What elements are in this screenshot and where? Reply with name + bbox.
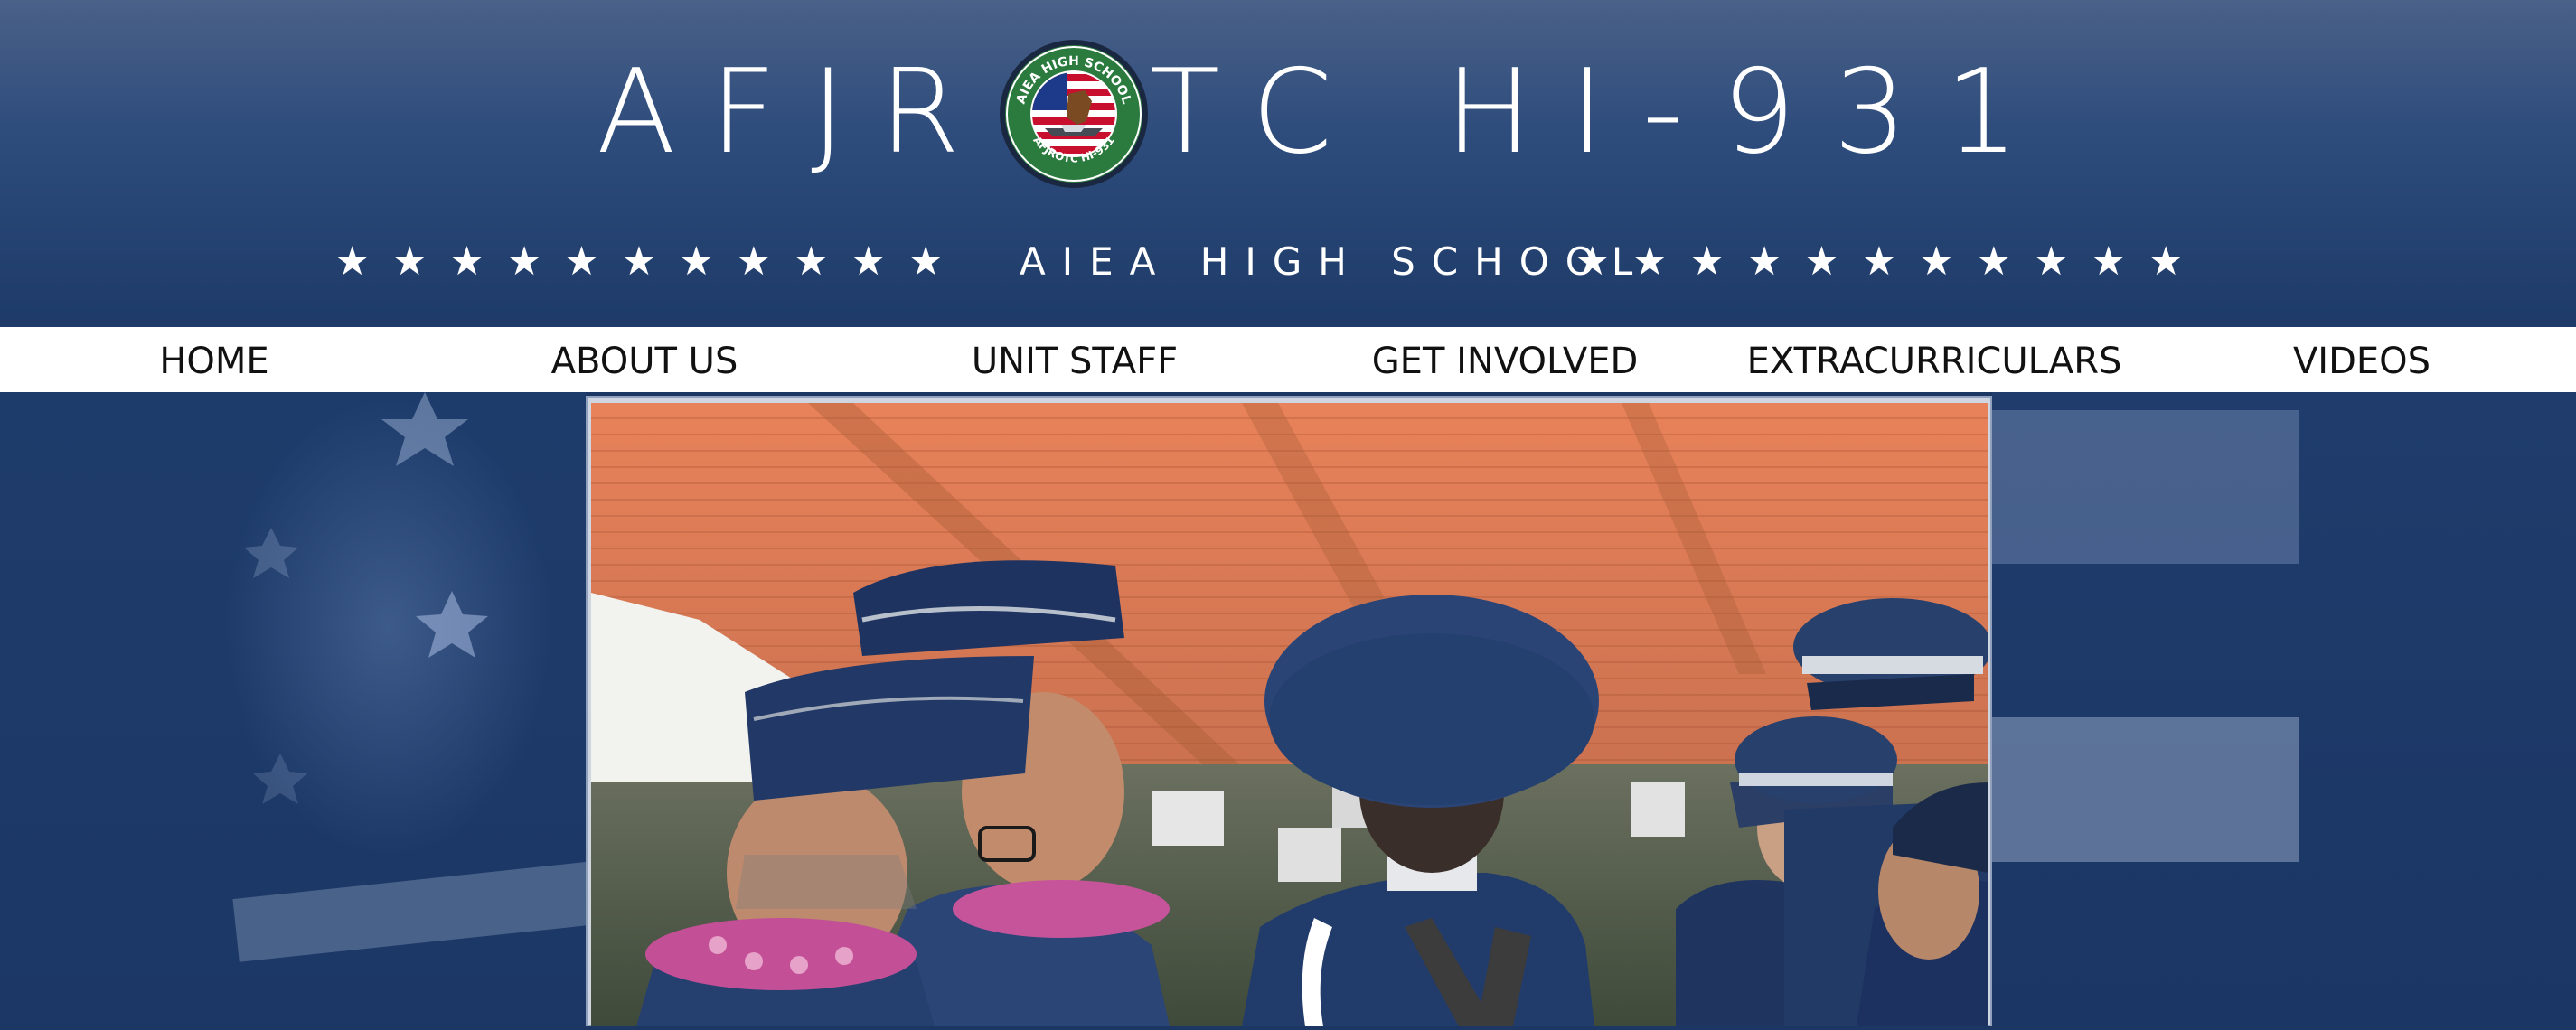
main-navigation: HOME ABOUT US UNIT STAFF GET INVOLVED EX… xyxy=(0,327,2576,392)
nav-item-extracurriculars[interactable]: EXTRACURRICULARS xyxy=(1722,327,2147,392)
site-header: AFJR TC HI-931 AIEA HIGH SCHOOL AFJROTC … xyxy=(0,0,2576,327)
site-title-part1: AFJR xyxy=(597,45,994,180)
stars-right-icon: ★★★★★★★★★★★ xyxy=(1575,239,2205,285)
flag-stripe xyxy=(1992,410,2299,564)
flag-background-right xyxy=(1992,392,2576,1026)
nav-item-home[interactable]: HOME xyxy=(2,327,427,392)
nav-item-about-us[interactable]: ABOUT US xyxy=(432,327,857,392)
flag-background-left xyxy=(0,392,599,1026)
flag-stripe xyxy=(1992,717,2299,862)
subtitle-row: ★★★★★★★★★★★ AIEA HIGH SCHOOL ★★★★★★★★★★★ xyxy=(0,233,2576,291)
cadets-at-stadium-photo xyxy=(591,403,1988,1026)
nav-item-get-involved[interactable]: GET INVOLVED xyxy=(1293,327,1717,392)
nav-item-videos[interactable]: VIDEOS xyxy=(2149,327,2574,392)
hero-photo-frame xyxy=(586,396,1992,1026)
hero-photo xyxy=(591,403,1988,1026)
stars-left-icon: ★★★★★★★★★★★ xyxy=(334,239,965,285)
site-title: AFJR TC HI-931 xyxy=(0,45,2576,181)
nav-item-unit-staff[interactable]: UNIT STAFF xyxy=(862,327,1287,392)
school-subtitle: AIEA HIGH SCHOOL xyxy=(1020,239,1650,284)
site-title-part2: TC HI-931 xyxy=(1150,45,2057,180)
unit-seal-logo: AIEA HIGH SCHOOL AFJROTC HI-931 xyxy=(1000,40,1148,188)
